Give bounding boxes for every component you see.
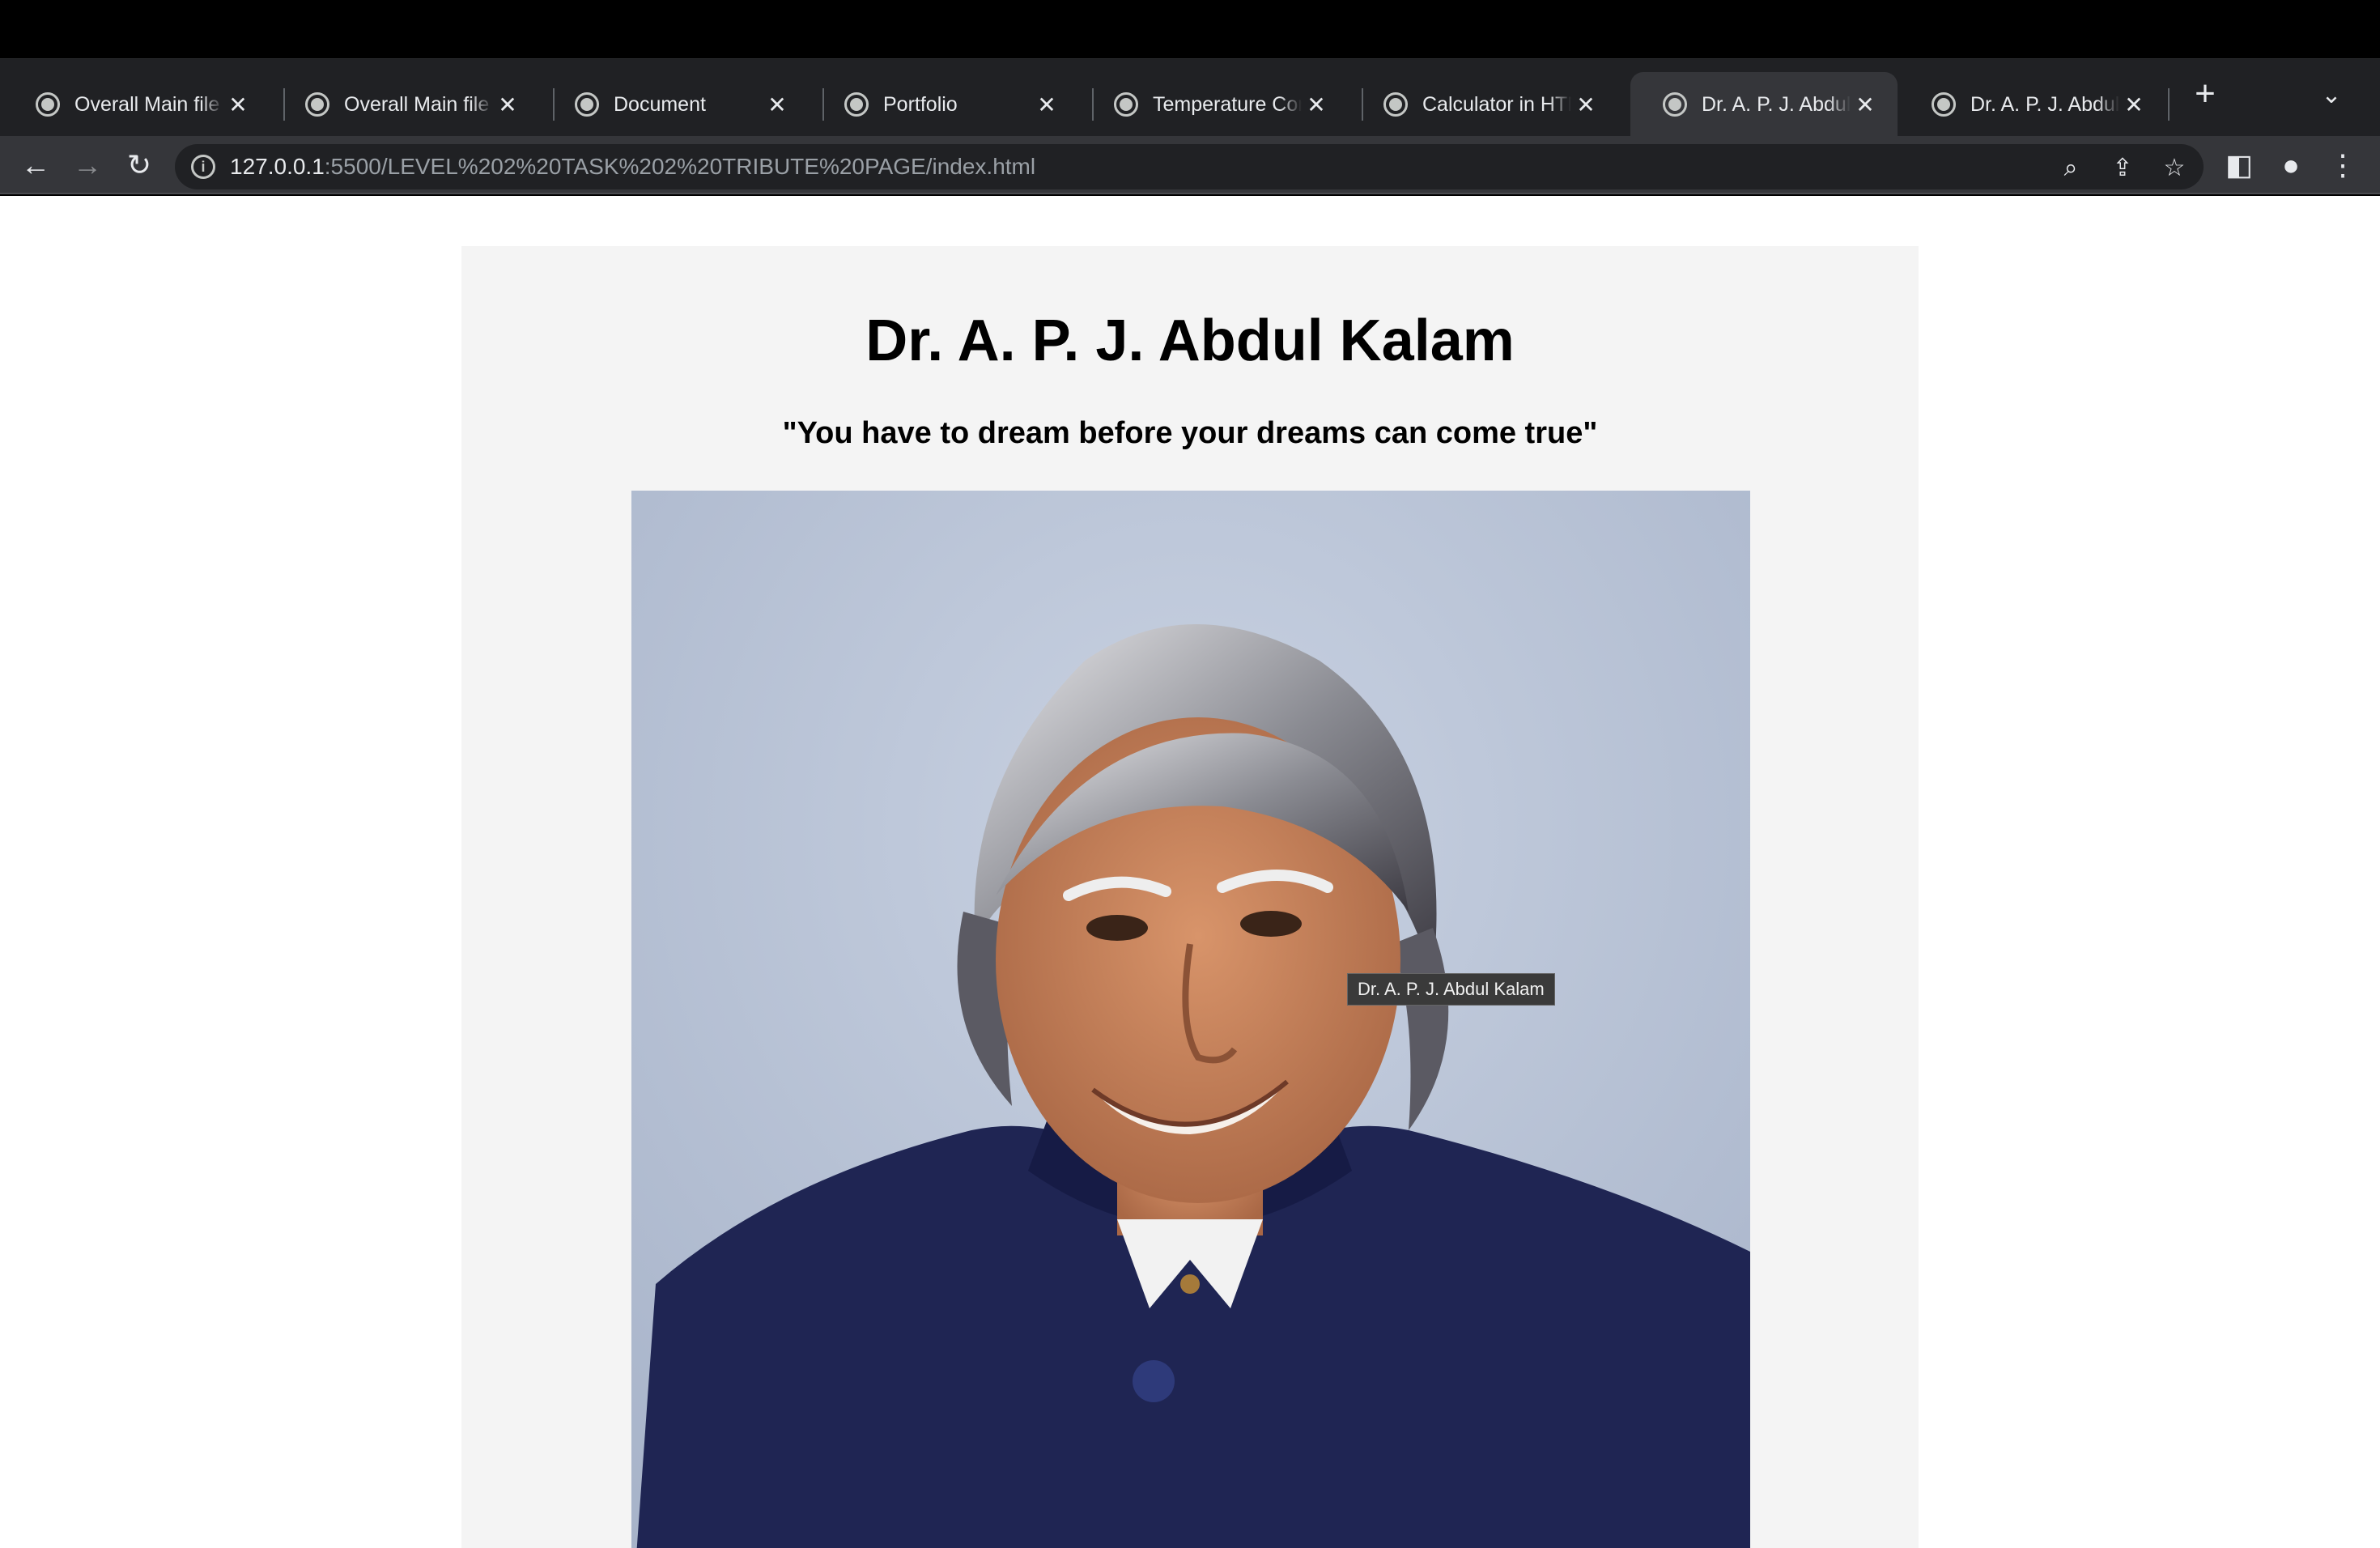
globe-icon — [575, 92, 599, 117]
globe-icon — [1932, 92, 1956, 117]
forward-button[interactable]: → — [68, 146, 107, 185]
globe-icon — [36, 92, 60, 117]
reload-button[interactable]: ↻ — [120, 146, 159, 185]
image-tooltip: Dr. A. P. J. Abdul Kalam — [1347, 973, 1555, 1006]
close-icon[interactable]: ✕ — [1032, 91, 1061, 118]
url-path: :5500/LEVEL%202%20TASK%202%20TRIBUTE%20P… — [324, 154, 1036, 179]
zoom-icon[interactable]: ⌕ — [2055, 152, 2087, 185]
globe-icon — [1114, 92, 1138, 117]
globe-icon — [1663, 92, 1687, 117]
close-icon[interactable]: ✕ — [223, 91, 253, 118]
url-host: 127.0.0.1 — [230, 154, 325, 179]
tab-title: Calculator in HTM — [1422, 92, 1571, 116]
portrait-image: Dr. A. P. J. Abdul Kalam — [631, 491, 1750, 1548]
page-title: Dr. A. P. J. Abdul Kalam — [865, 308, 1515, 373]
tab-strip: Overall Main file ✕ Overall Main file ✕ … — [0, 58, 2380, 137]
tab-search-chevron-icon[interactable]: ⌄ — [2312, 81, 2351, 113]
tab-overall-main-file-1[interactable]: Overall Main file ✕ — [3, 72, 270, 137]
close-icon[interactable]: ✕ — [1571, 91, 1600, 118]
close-icon[interactable]: ✕ — [1851, 91, 1880, 118]
url-text: 127.0.0.1:5500/LEVEL%202%20TASK%202%20TR… — [230, 154, 1035, 180]
close-icon[interactable]: ✕ — [493, 91, 522, 118]
tab-document[interactable]: Document ✕ — [542, 72, 810, 137]
tab-title: Overall Main file — [74, 92, 220, 116]
back-button[interactable]: ← — [16, 146, 55, 185]
profile-icon[interactable]: ● — [2272, 146, 2310, 185]
portrait-illustration — [631, 491, 1750, 1548]
share-icon[interactable]: ⇪ — [2106, 152, 2139, 185]
close-icon[interactable]: ✕ — [2119, 91, 2148, 118]
side-panel-icon[interactable]: ◧ — [2220, 146, 2259, 185]
tab-calculator[interactable]: Calculator in HTM ✕ — [1351, 72, 1618, 137]
tribute-quote: "You have to dream before your dreams ca… — [782, 416, 1598, 450]
tab-title: Dr. A. P. J. Abdul — [1702, 92, 1851, 116]
tab-temperature-converter[interactable]: Temperature Con ✕ — [1082, 72, 1349, 137]
tab-portfolio[interactable]: Portfolio ✕ — [812, 72, 1079, 137]
address-bar[interactable]: i 127.0.0.1:5500/LEVEL%202%20TASK%202%20… — [175, 144, 2204, 189]
new-tab-button[interactable]: + — [2186, 74, 2225, 113]
browser-toolbar: ← → ↻ i 127.0.0.1:5500/LEVEL%202%20TASK%… — [0, 136, 2380, 194]
tab-title: Dr. A. P. J. Abdul — [1970, 92, 2119, 116]
tribute-card: Dr. A. P. J. Abdul Kalam "You have to dr… — [461, 246, 1919, 1548]
site-info-icon[interactable]: i — [191, 155, 215, 179]
tab-title: Temperature Con — [1153, 92, 1302, 116]
tab-abdul-kalam-active[interactable]: Dr. A. P. J. Abdul ✕ — [1630, 72, 1898, 137]
tab-title: Portfolio — [883, 92, 958, 116]
globe-icon — [305, 92, 329, 117]
tab-title: Document — [614, 92, 706, 116]
page-viewport: Dr. A. P. J. Abdul Kalam "You have to dr… — [0, 196, 2380, 1548]
tab-title: Overall Main file — [344, 92, 490, 116]
globe-icon — [844, 92, 869, 117]
menu-kebab-icon[interactable]: ⋮ — [2323, 146, 2362, 185]
window-top-bar — [0, 0, 2380, 58]
tab-overall-main-file-2[interactable]: Overall Main file ✕ — [273, 72, 540, 137]
bookmark-star-icon[interactable]: ☆ — [2158, 152, 2191, 185]
globe-icon — [1383, 92, 1408, 117]
close-icon[interactable]: ✕ — [1302, 91, 1331, 118]
close-icon[interactable]: ✕ — [763, 91, 792, 118]
tab-divider — [2168, 88, 2170, 121]
tab-abdul-kalam[interactable]: Dr. A. P. J. Abdul ✕ — [1899, 72, 2166, 137]
